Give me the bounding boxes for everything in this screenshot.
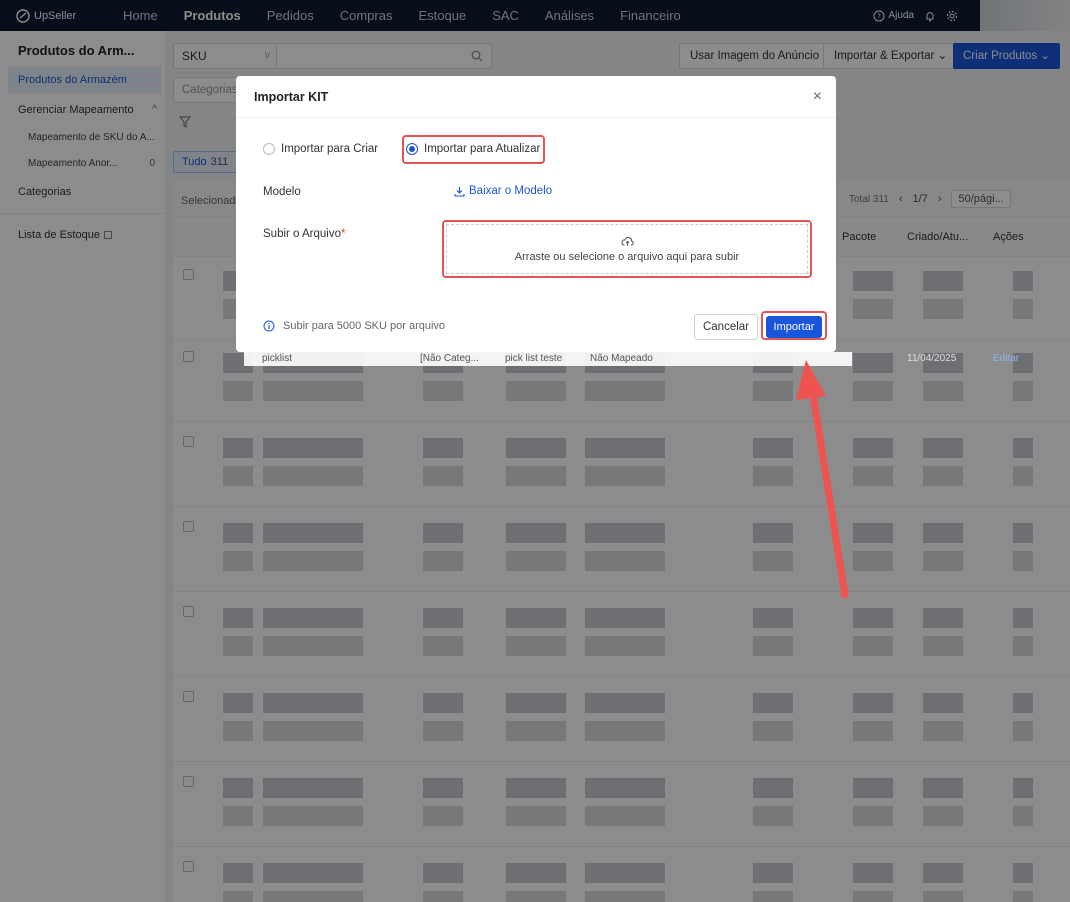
- model-label: Modelo: [263, 186, 301, 198]
- peek-mapping: Não Mapeado: [590, 353, 653, 364]
- info-text: Subir para 5000 SKU por arquivo: [283, 320, 446, 332]
- highlight-box-upload: [442, 220, 812, 278]
- download-template-link[interactable]: Baixar o Modelo: [454, 185, 552, 197]
- peek-sku: pick list teste: [505, 353, 563, 364]
- label-text: Subir o Arquivo: [263, 228, 341, 240]
- peek-edit-link[interactable]: Editar: [993, 353, 1019, 364]
- radio-import-create[interactable]: Importar para Criar: [263, 143, 378, 155]
- close-icon[interactable]: ×: [813, 89, 822, 105]
- download-icon: [454, 186, 465, 197]
- peek-date: 11/04/2025: [907, 353, 957, 364]
- link-label: Baixar o Modelo: [469, 185, 553, 197]
- info-icon: [263, 320, 275, 332]
- radio-circle: [406, 143, 418, 155]
- required-mark: *: [341, 228, 346, 240]
- radio-label: Importar para Atualizar: [424, 143, 541, 155]
- peek-product-name: picklist: [262, 353, 293, 364]
- radio-circle: [263, 143, 275, 155]
- radio-label: Importar para Criar: [281, 143, 379, 155]
- modal-title: Importar KIT: [254, 90, 329, 104]
- import-kit-modal: Importar KIT × Importar para Criar Impor…: [236, 76, 836, 352]
- modal-divider: [236, 117, 836, 118]
- upload-file-label: Subir o Arquivo*: [263, 228, 345, 240]
- radio-import-update[interactable]: Importar para Atualizar: [406, 143, 540, 155]
- upload-limit-info: Subir para 5000 SKU por arquivo: [263, 320, 445, 332]
- import-button[interactable]: Importar: [766, 316, 822, 338]
- cancel-button[interactable]: Cancelar: [694, 314, 758, 340]
- peek-category: [Não Categ...: [420, 353, 479, 364]
